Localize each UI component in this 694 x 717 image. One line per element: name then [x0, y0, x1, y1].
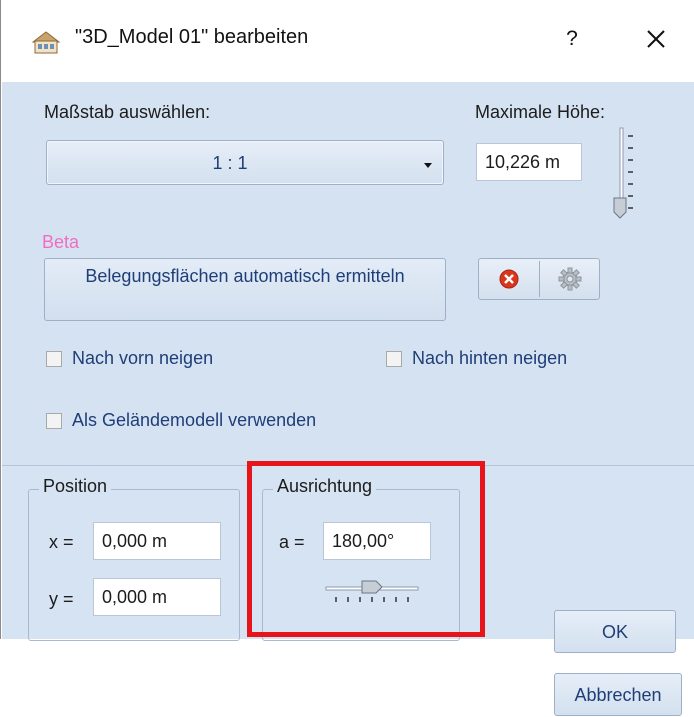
chevron-down-icon [424, 163, 432, 168]
beta-label: Beta [42, 232, 80, 252]
orientation-slider[interactable] [324, 577, 420, 607]
tilt-front-option[interactable]: Nach vorn neigen [46, 348, 286, 372]
x-label: x = [49, 532, 74, 552]
delete-occupancy-button[interactable] [479, 259, 539, 299]
occupancy-tools [478, 258, 600, 300]
max-height-input[interactable]: 10,226 m [476, 143, 582, 181]
settings-panel: Maßstab auswählen: Maximale Höhe: 1 : 1 … [2, 82, 694, 465]
max-height-slider[interactable] [606, 126, 636, 222]
auto-occupancy-button[interactable]: Belegungsflächen automatisch ermitteln [44, 258, 446, 321]
scale-label: Maßstab auswählen: [44, 102, 211, 122]
dialog-body: Maßstab auswählen: Maximale Höhe: 1 : 1 … [2, 82, 694, 716]
window-title: "3D_Model 01" bearbeiten [75, 26, 309, 48]
tilt-front-checkbox[interactable] [46, 351, 62, 367]
max-height-label: Maximale Höhe: [475, 102, 606, 122]
position-group: Position x = 0,000 m y = 0,000 m [28, 476, 240, 641]
tilt-back-checkbox[interactable] [386, 351, 402, 367]
angle-input[interactable]: 180,00° [323, 522, 431, 560]
scale-dropdown[interactable]: 1 : 1 [46, 140, 444, 185]
scale-selected-value: 1 : 1 [212, 153, 248, 173]
cancel-button[interactable]: Abbrechen [554, 673, 682, 716]
ok-button[interactable]: OK [554, 610, 676, 653]
settings-gear-icon [558, 267, 582, 291]
auto-occupancy-button-label: Belegungsflächen automatisch ermitteln [85, 266, 405, 286]
ok-button-label: OK [601, 622, 628, 642]
terrain-model-label: Als Geländemodell verwenden [72, 410, 317, 430]
y-label: y = [49, 589, 74, 609]
orientation-group: Ausrichtung a = 180,00° [262, 476, 460, 641]
tilt-back-label: Nach hinten neigen [412, 348, 568, 368]
tilt-back-option[interactable]: Nach hinten neigen [386, 348, 626, 372]
y-position-input[interactable]: 0,000 m [93, 578, 221, 616]
close-icon[interactable] [639, 22, 673, 56]
cancel-button-label: Abbrechen [574, 685, 662, 705]
tilt-front-label: Nach vorn neigen [72, 348, 214, 368]
help-button[interactable]: ? [557, 22, 587, 56]
terrain-model-checkbox[interactable] [46, 413, 62, 429]
occupancy-settings-button[interactable] [540, 259, 600, 299]
placement-panel: Position x = 0,000 m y = 0,000 m Ausrich… [2, 465, 694, 716]
position-group-title: Position [39, 476, 112, 497]
terrain-model-option[interactable]: Als Geländemodell verwenden [46, 410, 386, 434]
orientation-group-title: Ausrichtung [273, 476, 377, 497]
x-position-input[interactable]: 0,000 m [93, 522, 221, 560]
title-bar: "3D_Model 01" bearbeiten ? [1, 0, 694, 82]
edit-model-dialog: "3D_Model 01" bearbeiten ? Maßstab auswä… [0, 0, 694, 716]
angle-label: a = [279, 532, 305, 552]
house-icon [31, 31, 61, 54]
delete-icon [499, 269, 519, 289]
